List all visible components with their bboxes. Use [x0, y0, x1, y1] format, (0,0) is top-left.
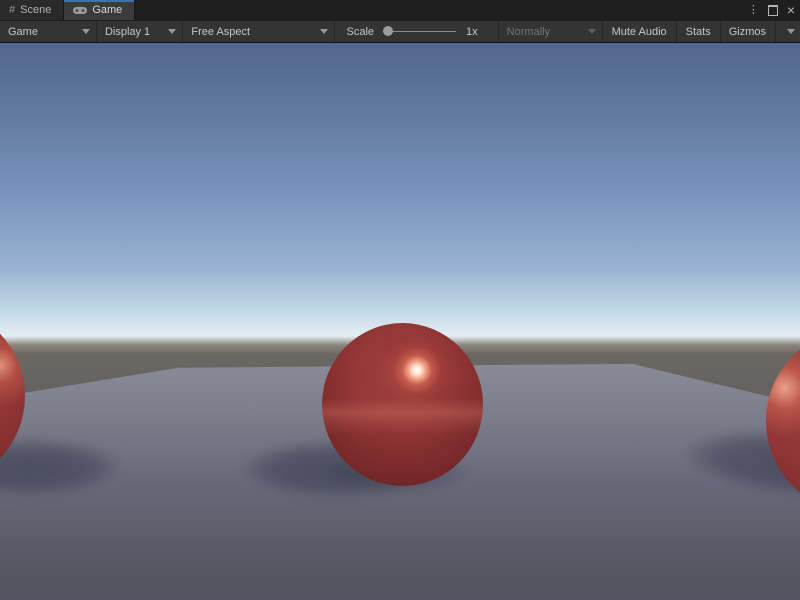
game-view-dropdown-label: Game: [6, 26, 40, 38]
game-view-toolbar: Game Display 1 Free Aspect Scale 1x Norm…: [0, 20, 800, 43]
chevron-down-icon: [168, 29, 176, 34]
stats-label: Stats: [686, 26, 711, 38]
gizmos-label: Gizmos: [727, 26, 768, 38]
chevron-down-icon: [588, 29, 596, 34]
display-dropdown-label: Display 1: [103, 26, 152, 38]
red-sphere-center: [322, 323, 483, 486]
tab-scene-label: Scene: [20, 4, 51, 16]
scale-value: 1x: [466, 26, 478, 38]
mute-audio-button[interactable]: Mute Audio: [603, 21, 677, 42]
window-controls: ⋮ ×: [748, 0, 795, 20]
chevron-down-icon: [787, 29, 795, 34]
display-dropdown[interactable]: Display 1: [97, 21, 183, 42]
gizmos-dropdown[interactable]: Gizmos: [721, 21, 800, 42]
game-view-dropdown[interactable]: Game: [0, 21, 97, 42]
scale-slider-knob[interactable]: [383, 26, 393, 36]
game-viewport[interactable]: [0, 43, 800, 600]
stats-button[interactable]: Stats: [677, 21, 721, 42]
maximize-icon[interactable]: [768, 5, 778, 16]
scale-slider[interactable]: [384, 31, 456, 32]
divider: [775, 21, 776, 42]
tab-game[interactable]: Game: [64, 0, 135, 20]
playmode-dropdown-label: Normally: [505, 26, 552, 38]
toolbar-spacer: [486, 21, 498, 42]
aspect-ratio-dropdown[interactable]: Free Aspect: [183, 21, 334, 42]
gamepad-icon: [73, 6, 87, 15]
tab-bar: # Scene Game ⋮ ×: [0, 0, 800, 20]
mute-audio-label: Mute Audio: [612, 26, 667, 38]
scale-label: Scale: [345, 26, 377, 38]
tab-game-label: Game: [92, 4, 122, 16]
kebab-menu-icon[interactable]: ⋮: [748, 5, 759, 16]
close-icon[interactable]: ×: [787, 3, 795, 17]
chevron-down-icon: [82, 29, 90, 34]
grid-icon: #: [9, 5, 15, 16]
tab-scene[interactable]: # Scene: [0, 0, 64, 20]
unity-game-view-window: # Scene Game ⋮ × Game Display 1: [0, 0, 800, 600]
aspect-ratio-label: Free Aspect: [189, 26, 252, 38]
chevron-down-icon: [320, 29, 328, 34]
playmode-dropdown[interactable]: Normally: [498, 21, 603, 42]
scale-control: Scale 1x: [335, 21, 486, 42]
